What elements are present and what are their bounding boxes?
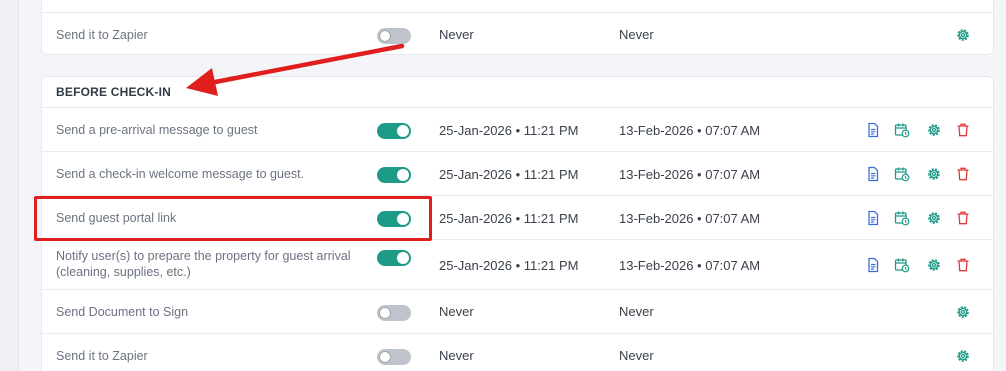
trash-icon[interactable] — [955, 257, 971, 273]
last-run-date: Never — [439, 304, 474, 319]
document-icon[interactable] — [865, 166, 881, 182]
last-run-date: 25-Jan-2026 • 11:21 PM — [439, 123, 579, 138]
gear-icon[interactable] — [955, 304, 971, 320]
automation-label: Send Document to Sign — [56, 305, 189, 319]
automation-row: Send a check-in welcome message to guest… — [42, 151, 993, 195]
automation-label: Send a pre-arrival message to guest — [56, 123, 258, 137]
automation-card-previous: Send it to Zapier Never Never — [41, 0, 994, 55]
next-run-date: 13-Feb-2026 • 07:07 AM — [619, 258, 761, 273]
automation-label: Send it to Zapier — [56, 28, 148, 42]
automation-row: Send guest portal link 25-Jan-2026 • 11:… — [42, 195, 993, 239]
gear-icon[interactable] — [926, 210, 942, 226]
next-run-date: 13-Feb-2026 • 07:07 AM — [619, 123, 761, 138]
last-run-date: 25-Jan-2026 • 11:21 PM — [439, 167, 579, 182]
last-run-date: 25-Jan-2026 • 11:21 PM — [439, 258, 579, 273]
last-run-date: 25-Jan-2026 • 11:21 PM — [439, 211, 579, 226]
automation-row: Send a pre-arrival message to guest 25-J… — [42, 107, 993, 151]
calendar-clock-icon[interactable] — [894, 166, 910, 182]
toggle-knob — [379, 30, 391, 42]
trash-icon[interactable] — [955, 122, 971, 138]
automation-label: Send a check-in welcome message to guest… — [56, 167, 305, 181]
document-icon[interactable] — [865, 122, 881, 138]
trash-icon[interactable] — [955, 210, 971, 226]
trash-icon[interactable] — [955, 166, 971, 182]
automation-row: Send it to Zapier Never Never — [42, 333, 993, 371]
automation-label: Notify user(s) to prepare the property f… — [56, 249, 351, 279]
gear-icon[interactable] — [955, 348, 971, 364]
document-icon[interactable] — [865, 257, 881, 273]
before-checkin-card: BEFORE CHECK-IN Send a pre-arrival messa… — [41, 76, 994, 371]
gear-icon[interactable] — [955, 27, 971, 43]
automation-row: Send Document to Sign Never Never — [42, 289, 993, 333]
automation-toggle[interactable] — [377, 250, 411, 266]
left-sidebar-edge — [0, 0, 19, 371]
calendar-clock-icon[interactable] — [894, 122, 910, 138]
next-run-date: Never — [619, 27, 654, 42]
toggle-knob — [379, 307, 391, 319]
automation-label: Send it to Zapier — [56, 349, 148, 363]
automation-toggle[interactable] — [377, 211, 411, 227]
toggle-knob — [379, 351, 391, 363]
last-run-date: Never — [439, 27, 474, 42]
automation-toggle[interactable] — [377, 167, 411, 183]
gear-icon[interactable] — [926, 166, 942, 182]
next-run-date: Never — [619, 348, 654, 363]
toggle-knob — [397, 125, 409, 137]
automation-row: Send it to Zapier Never Never — [42, 12, 993, 56]
gear-icon[interactable] — [926, 257, 942, 273]
automation-toggle[interactable] — [377, 349, 411, 365]
calendar-clock-icon[interactable] — [894, 210, 910, 226]
automation-row: Notify user(s) to prepare the property f… — [42, 239, 993, 289]
toggle-knob — [397, 252, 409, 264]
toggle-knob — [397, 169, 409, 181]
automation-toggle[interactable] — [377, 123, 411, 139]
section-title: BEFORE CHECK-IN — [56, 85, 172, 99]
document-icon[interactable] — [865, 210, 881, 226]
last-run-date: Never — [439, 348, 474, 363]
next-run-date: 13-Feb-2026 • 07:07 AM — [619, 211, 761, 226]
calendar-clock-icon[interactable] — [894, 257, 910, 273]
next-run-date: 13-Feb-2026 • 07:07 AM — [619, 167, 761, 182]
automation-toggle[interactable] — [377, 305, 411, 321]
gear-icon[interactable] — [926, 122, 942, 138]
automation-label: Send guest portal link — [56, 211, 177, 225]
automation-toggle[interactable] — [377, 28, 411, 44]
next-run-date: Never — [619, 304, 654, 319]
toggle-knob — [397, 213, 409, 225]
